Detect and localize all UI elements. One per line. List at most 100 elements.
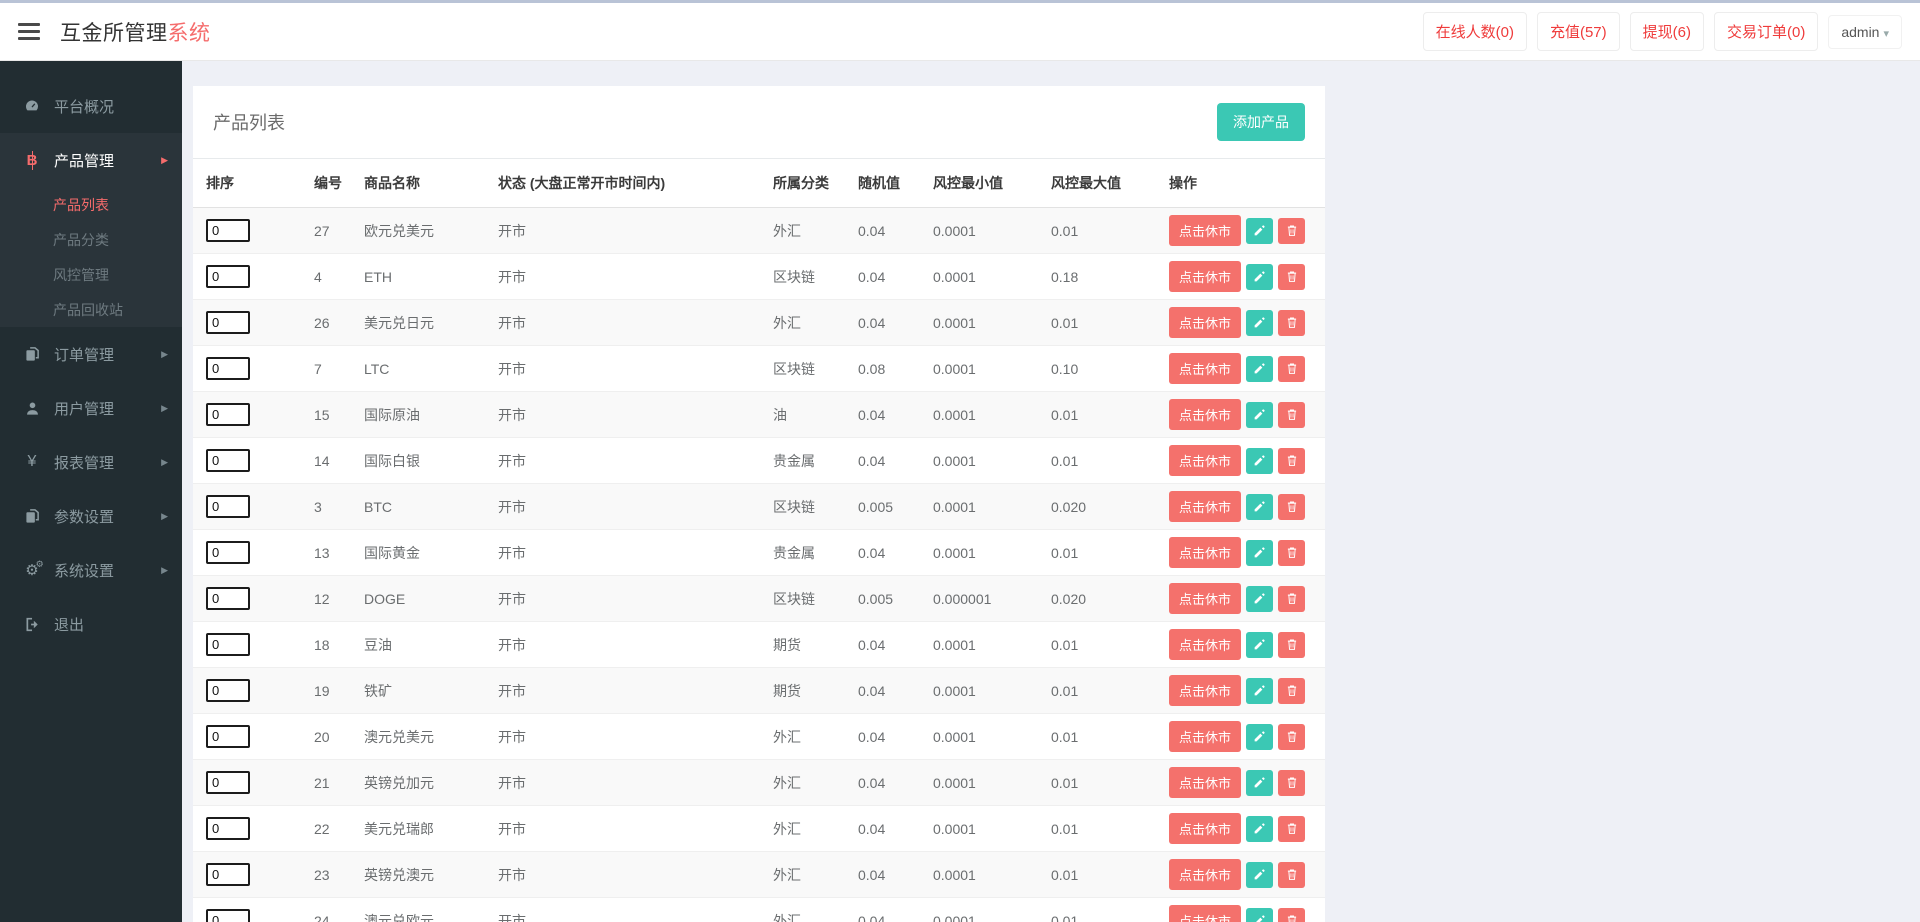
close-market-button[interactable]: 点击休市 [1169,215,1242,246]
row-actions: 点击休市 [1169,721,1317,752]
edit-button[interactable] [1246,263,1274,290]
col-header-category: 所属分类 [760,159,845,208]
sort-input[interactable] [206,587,250,610]
sort-input[interactable] [206,771,250,794]
delete-button[interactable] [1278,493,1306,520]
sidebar-item-user-management[interactable]: 用户管理 ▶ [0,381,182,435]
delete-button[interactable] [1278,677,1306,704]
delete-button[interactable] [1278,723,1306,750]
edit-button[interactable] [1246,723,1274,750]
edit-button[interactable] [1246,769,1274,796]
pencil-icon [1253,776,1266,789]
edit-button[interactable] [1246,447,1274,474]
product-table-body: 27 欧元兑美元 开市 外汇 0.04 0.0001 0.01 点击休市 [193,207,1325,922]
close-market-button[interactable]: 点击休市 [1169,445,1242,476]
edit-button[interactable] [1246,861,1274,888]
admin-dropdown[interactable]: admin ▾ [1828,14,1902,49]
sort-input[interactable] [206,357,250,380]
sidebar-item-dashboard[interactable]: 平台概况 [0,79,182,133]
sort-input[interactable] [206,495,250,518]
edit-button[interactable] [1246,677,1274,704]
close-market-button[interactable]: 点击休市 [1169,583,1242,614]
close-market-button[interactable]: 点击休市 [1169,353,1242,384]
sidebar-item-product-recycle-bin[interactable]: 产品回收站 [0,292,182,327]
online-users-button[interactable]: 在线人数(0) [1422,12,1527,51]
sort-input[interactable] [206,219,250,242]
edit-button[interactable] [1246,585,1274,612]
close-market-button[interactable]: 点击休市 [1169,307,1242,338]
pencil-icon [1253,638,1266,651]
edit-button[interactable] [1246,539,1274,566]
table-row: 26 美元兑日元 开市 外汇 0.04 0.0001 0.01 点击休市 [193,299,1325,346]
delete-button[interactable] [1278,355,1306,382]
sort-input[interactable] [206,909,250,922]
delete-button[interactable] [1278,907,1306,922]
hamburger-menu-icon[interactable] [18,23,40,40]
sidebar-item-label: 退出 [54,616,85,634]
sort-input[interactable] [206,541,250,564]
close-market-button[interactable]: 点击休市 [1169,629,1242,660]
edit-button[interactable] [1246,815,1274,842]
delete-button[interactable] [1278,309,1306,336]
sort-input[interactable] [206,311,250,334]
col-header-name: 商品名称 [351,159,485,208]
delete-button[interactable] [1278,631,1306,658]
delete-button[interactable] [1278,447,1306,474]
close-market-button[interactable]: 点击休市 [1169,537,1242,568]
edit-button[interactable] [1246,217,1274,244]
close-market-button[interactable]: 点击休市 [1169,905,1242,922]
recharge-button[interactable]: 充值(57) [1536,12,1620,51]
delete-button[interactable] [1278,217,1306,244]
delete-button[interactable] [1278,539,1306,566]
delete-button[interactable] [1278,585,1306,612]
edit-button[interactable] [1246,309,1274,336]
sidebar-item-parameter-settings[interactable]: 参数设置 ▶ [0,489,182,543]
sidebar-item-report-management[interactable]: ¥ 报表管理 ▶ [0,435,182,489]
sort-input[interactable] [206,403,250,426]
close-market-button[interactable]: 点击休市 [1169,675,1242,706]
sidebar-item-system-settings[interactable]: ⚙ ⚙ 系统设置 ▶ [0,543,182,597]
row-actions: 点击休市 [1169,353,1317,384]
risk-min: 0.0001 [933,544,976,561]
delete-button[interactable] [1278,861,1306,888]
trash-icon [1286,776,1298,789]
col-header-status: 状态 (大盘正常开市时间内) [485,159,760,208]
sort-input[interactable] [206,679,250,702]
close-market-button[interactable]: 点击休市 [1169,261,1242,292]
delete-button[interactable] [1278,815,1306,842]
trade-orders-button[interactable]: 交易订单(0) [1713,12,1819,51]
sidebar-item-risk-management[interactable]: 风控管理 [0,257,182,292]
sidebar-item-order-management[interactable]: 订单管理 ▶ [0,327,182,381]
row-actions: 点击休市 [1169,813,1317,844]
add-product-button[interactable]: 添加产品 [1217,103,1305,141]
product-category: 区块链 [773,498,815,515]
product-id: 19 [314,682,330,699]
sidebar-item-product-category[interactable]: 产品分类 [0,222,182,257]
edit-button[interactable] [1246,493,1274,520]
sort-input[interactable] [206,265,250,288]
sidebar-item-logout[interactable]: 退出 [0,597,182,651]
sort-input[interactable] [206,633,250,656]
close-market-button[interactable]: 点击休市 [1169,859,1242,890]
edit-button[interactable] [1246,401,1274,428]
close-market-button[interactable]: 点击休市 [1169,813,1242,844]
delete-button[interactable] [1278,769,1306,796]
close-market-button[interactable]: 点击休市 [1169,721,1242,752]
close-market-button[interactable]: 点击休市 [1169,399,1242,430]
edit-button[interactable] [1246,355,1274,382]
delete-button[interactable] [1278,263,1306,290]
sort-input[interactable] [206,725,250,748]
delete-button[interactable] [1278,401,1306,428]
withdraw-button[interactable]: 提现(6) [1629,12,1704,51]
sort-input[interactable] [206,449,250,472]
sidebar-item-product-list[interactable]: 产品列表 [0,187,182,222]
close-market-button[interactable]: 点击休市 [1169,491,1242,522]
close-market-button[interactable]: 点击休市 [1169,767,1242,798]
product-id: 27 [314,222,330,239]
edit-button[interactable] [1246,907,1274,922]
sidebar-item-product-management[interactable]: B 产品管理 ▶ [0,133,182,187]
sort-input[interactable] [206,817,250,840]
product-id: 15 [314,406,330,423]
sort-input[interactable] [206,863,250,886]
edit-button[interactable] [1246,631,1274,658]
